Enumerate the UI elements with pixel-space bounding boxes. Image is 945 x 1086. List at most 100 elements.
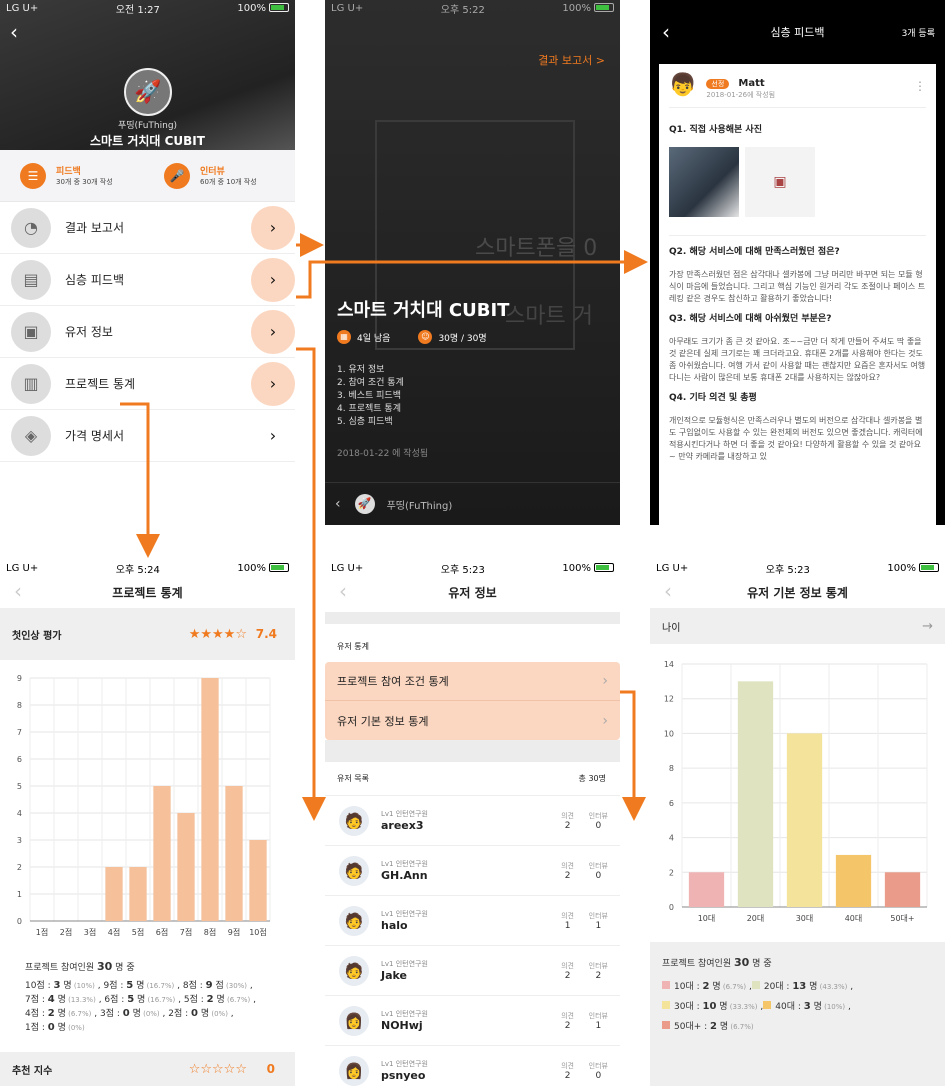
user-avatar: 👩 (339, 1005, 369, 1036)
x-tick-label: 40대 (845, 914, 863, 923)
menu-item[interactable]: ▥ 프로젝트 통계 › (0, 358, 295, 410)
distribution-entry: 3점 : 0 명 (0%) , (97, 1008, 166, 1019)
background-text: 스마트폰을 0 (475, 236, 598, 261)
interview-count: 인터뷰 0 (588, 1061, 608, 1081)
menu-item-label: 유저 정보 (65, 325, 113, 339)
feedback-count: 3개 등록 (901, 28, 935, 39)
feedback-author: 👦 선정 Matt 2018-01-26에 작성됨 ⋮ (669, 64, 926, 108)
back-chevron-icon[interactable]: ‹ (335, 496, 341, 512)
user-level: Lv1 인턴연구원 (381, 960, 428, 968)
status-bar: LG U+ 오후 5:22 100% (325, 0, 620, 16)
user-list-title: 유저 목록 (337, 774, 369, 783)
bar (835, 854, 872, 907)
interview-count: 인터뷰 1 (588, 1011, 608, 1031)
answer-3: 아무래도 크기가 좀 큰 것 같아요. 조~~금만 더 작게 만들어 주셔도 딱… (669, 337, 926, 382)
back-button[interactable]: ‹ (339, 579, 347, 603)
team-avatar: 🚀 (354, 494, 375, 514)
back-button[interactable]: ‹ (10, 20, 18, 44)
x-tick-label: 20대 (747, 914, 765, 923)
distribution-entry: 5점 : 2 명 (6.7%) , (180, 994, 256, 1005)
distribution-entry: 50대+ : 2 명 (6.7%) (662, 1021, 754, 1032)
bar (786, 733, 823, 907)
back-button[interactable]: ‹ (662, 20, 670, 44)
recommend-row: 추천 지수 ☆☆☆☆☆ 0 (0, 1052, 295, 1086)
bar (225, 786, 243, 921)
user-row[interactable]: 🧑 Lv1 인턴연구원 GH.Ann 의견 2 인터뷰 0 (325, 846, 620, 896)
y-tick-label: 4 (669, 834, 674, 843)
background-text-2: 스마트 거 (505, 304, 593, 329)
feedback-stat: ☰ 피드백 30개 중 30개 작성 (0, 162, 148, 189)
back-button[interactable]: ‹ (664, 579, 672, 603)
chevron-right-icon[interactable]: › (251, 309, 295, 354)
more-options-icon[interactable]: ⋮ (914, 79, 926, 93)
user-row[interactable]: 👩 Lv1 인턴연구원 psnyeo 의견 2 인터뷰 0 (325, 1046, 620, 1086)
x-tick-label: 7점 (180, 927, 192, 937)
feedback-photo-1[interactable] (669, 147, 739, 217)
menu-item[interactable]: ▤ 심층 피드백 › (0, 254, 295, 306)
report-cover: LG U+ 오후 5:22 100% 스마트폰을 0 스마트 거 결과 보고서 >… (325, 0, 620, 525)
user-row[interactable]: 🧑 Lv1 인턴연구원 Jake 의견 2 인터뷰 2 (325, 946, 620, 996)
feedback-photo-2[interactable]: ▣ (745, 147, 815, 217)
score-bar-chart: 0 1 2 3 4 5 6 7 8 9 1점 2점 3점 4점 5점 6점 7점 8점 9점 10점 (17, 674, 271, 937)
bar (884, 872, 921, 907)
x-tick-label: 1점 (36, 927, 48, 937)
basic-info-stats-link[interactable]: 유저 기본 정보 통계 › (325, 701, 620, 740)
stats-nav: ‹ 프로젝트 통계 (0, 576, 295, 608)
back-button[interactable]: ‹ (14, 579, 22, 603)
bar (129, 867, 147, 921)
status-bar: LG U+ 오후 5:23 100% (650, 560, 945, 576)
report-footer: ‹ 🚀 푸띵(FuThing) (325, 482, 620, 525)
report-meta: ▦ 4일 남음 ☺ 30명 / 30명 (337, 330, 487, 344)
x-tick-label: 4점 (108, 927, 120, 937)
user-avatar: 🧑 (339, 955, 369, 986)
chevron-right-icon[interactable]: › (251, 257, 295, 302)
chevron-right-icon[interactable]: › (251, 361, 295, 406)
footer-team-name: 푸띵(FuThing) (386, 500, 453, 512)
user-row[interactable]: 👩 Lv1 인턴연구원 NOHwj 의견 2 인터뷰 1 (325, 996, 620, 1046)
legend-swatch (763, 1001, 772, 1009)
interview-count: 인터뷰 0 (588, 861, 608, 881)
menu-item[interactable]: ◈ 가격 명세서 › (0, 410, 295, 462)
x-tick-label: 3점 (84, 927, 96, 937)
interview-count: 인터뷰 2 (588, 961, 608, 981)
report-link[interactable]: 결과 보고서 > (538, 52, 605, 68)
menu-item[interactable]: ▣ 유저 정보 › (0, 306, 295, 358)
users-icon: ▣ (11, 311, 51, 352)
user-row[interactable]: 🧑 Lv1 인턴연구원 halo 의견 1 인터뷰 1 (325, 896, 620, 946)
microphone-icon: 🎤 (164, 162, 190, 189)
user-row[interactable]: 🧑 Lv1 인턴연구원 areex3 의견 2 인터뷰 0 (325, 796, 620, 846)
bar (105, 867, 123, 921)
nav-title: 유저 기본 정보 통계 (747, 585, 848, 600)
rating-value: 7.4 (255, 627, 277, 641)
x-tick-label: 5점 (132, 927, 144, 937)
chevron-right-icon[interactable]: › (251, 414, 295, 458)
legend-swatch (662, 1001, 670, 1009)
user-name: halo (381, 919, 408, 932)
age-section-header[interactable]: 나이 → (650, 608, 945, 644)
user-avatar: 🧑 (339, 805, 369, 836)
toc-item: 2. 참여 조건 통계 (337, 378, 404, 388)
menu-item[interactable]: ◔ 결과 보고서 › (0, 202, 295, 254)
opinion-count: 의견 2 (561, 861, 574, 881)
progress-stats: ☰ 피드백 30개 중 30개 작성 🎤 인터뷰 60개 중 10개 작성 (0, 150, 295, 202)
user-info-screen: LG U+ 오후 5:23 100% ‹ 유저 정보 유저 통계 프로젝트 참여 … (325, 560, 620, 1086)
feedback-label: 피드백 (56, 167, 81, 177)
y-tick-label: 2 (17, 863, 22, 872)
chevron-right-icon[interactable]: › (251, 205, 295, 250)
legend-swatch (751, 981, 760, 989)
basic-info-nav: ‹ 유저 기본 정보 통계 (650, 576, 945, 608)
days-left: 4일 남음 (357, 333, 391, 344)
distribution-entry: 9점 : 5 명 (16.7%) , (100, 980, 181, 991)
legend-swatch (662, 1021, 670, 1029)
x-tick-label: 9점 (228, 927, 240, 937)
user-name: NOHwj (381, 1019, 423, 1032)
recommend-label: 추천 지수 (12, 1065, 53, 1077)
answer-2: 가장 만족스러웠던 점은 삼각대나 셀카봉에 그냥 머리만 바꾸면 되는 모듈 … (669, 270, 926, 303)
arrow-to-users (296, 347, 326, 821)
y-tick-label: 0 (17, 917, 22, 926)
distribution-line: 7점 : 4 명 (13.3%) , 6점 : 5 명 (16.7%) , 5점… (25, 993, 290, 1007)
chevron-right-icon: › (602, 712, 608, 729)
distribution-entry: 2점 : 0 명 (0%) , (165, 1008, 234, 1019)
project-hero: LG U+ 오전 1:27 100% ‹ 🚀 푸띵(FuThing) 스마트 거… (0, 0, 295, 150)
participation-stats-link[interactable]: 프로젝트 참여 조건 통계 › (325, 662, 620, 701)
